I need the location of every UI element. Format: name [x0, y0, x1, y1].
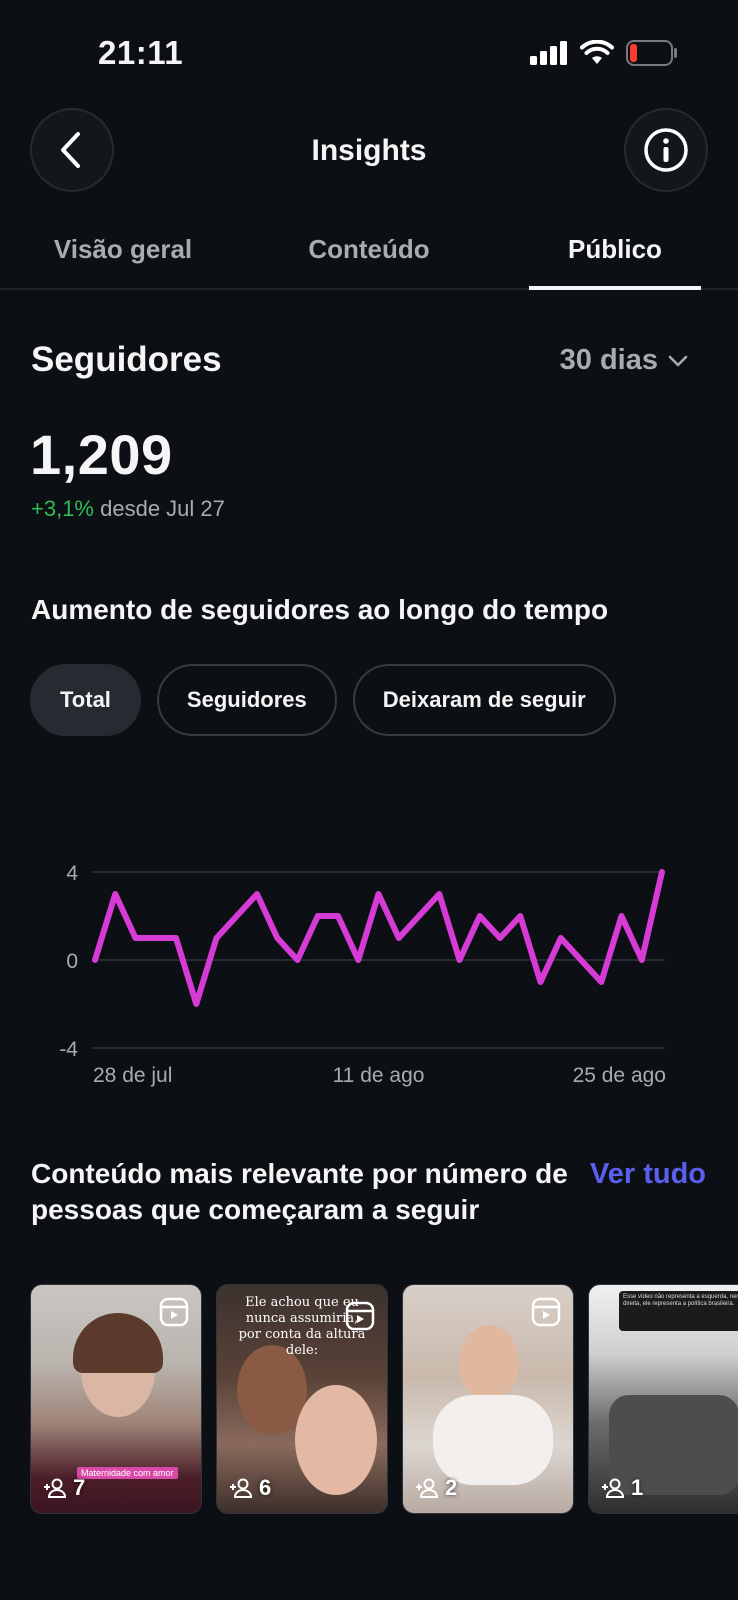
reel-icon: [531, 1297, 561, 1327]
thumbnail-image-2: [295, 1385, 377, 1495]
tab-audience[interactable]: Público: [492, 234, 738, 265]
tab-content[interactable]: Conteúdo: [246, 234, 492, 265]
thumbnail-tag: Maternidade com amor: [77, 1467, 178, 1479]
period-dropdown[interactable]: 30 dias: [560, 344, 688, 377]
content-thumbnail[interactable]: 2: [402, 1284, 574, 1514]
thumbnail-image-2: [433, 1395, 553, 1485]
info-button[interactable]: [624, 108, 708, 192]
add-person-icon: [416, 1478, 439, 1498]
status-icons: [530, 40, 678, 66]
thumbnail-image: [459, 1325, 519, 1401]
growth-chart-heading: Aumento de seguidores ao longo do tempo: [31, 594, 609, 625]
y-tick-label: 0: [66, 950, 78, 973]
chevron-down-icon: [668, 355, 688, 366]
tab-bar: Visão geral Conteúdo Público: [0, 222, 738, 290]
followers-title: Seguidores: [31, 340, 222, 379]
header: Insights: [0, 108, 738, 192]
x-tick-label: 25 de ago: [573, 1064, 666, 1087]
reel-icon: [345, 1301, 375, 1331]
cellular-signal-icon: [530, 41, 567, 65]
growth-since: desde Jul 27: [100, 496, 225, 521]
y-tick-label: 4: [66, 862, 78, 885]
top-content-carousel: Maternidade com amor 7 Ele achou que eu …: [30, 1284, 738, 1516]
status-time: 21:11: [98, 34, 184, 71]
wifi-icon: [580, 40, 614, 64]
tab-overview[interactable]: Visão geral: [0, 234, 246, 265]
x-tick-label: 11 de ago: [333, 1064, 425, 1087]
thumbnail-comment: Esse vídeo não representa a esquerda, ne…: [619, 1291, 738, 1331]
filter-chip-followers[interactable]: Seguidores: [156, 664, 337, 736]
follow-count-value: 2: [445, 1475, 458, 1500]
follower-growth: +3,1% desde Jul 27: [31, 496, 225, 522]
see-all-link[interactable]: Ver tudo: [590, 1156, 706, 1192]
thumbnail-follow-count: 2: [415, 1475, 457, 1501]
add-person-icon: [44, 1478, 67, 1498]
thumbnail-follow-count: 6: [229, 1475, 271, 1501]
follow-count-value: 1: [631, 1475, 644, 1500]
filter-chip-total[interactable]: Total: [30, 664, 141, 736]
content-thumbnail[interactable]: Esse vídeo não representa a esquerda, ne…: [588, 1284, 738, 1514]
y-tick-label: -4: [59, 1038, 78, 1061]
filter-chip-unfollows[interactable]: Deixaram de seguir: [352, 664, 616, 736]
battery-icon: [626, 40, 677, 66]
add-person-icon: [230, 1478, 253, 1498]
follow-count-value: 7: [73, 1475, 86, 1500]
growth-percent: +3,1%: [31, 496, 94, 521]
follower-count: 1,209: [30, 423, 173, 486]
period-label: 30 dias: [559, 344, 658, 376]
chart-filter-chips: Total Seguidores Deixaram de seguir: [30, 664, 616, 736]
reel-icon: [159, 1297, 189, 1327]
content-thumbnail[interactable]: Maternidade com amor 7: [30, 1284, 202, 1514]
active-tab-indicator: [529, 286, 701, 290]
x-tick-label: 28 de jul: [93, 1064, 172, 1087]
top-content-heading: Conteúdo mais relevante por número de pe…: [31, 1158, 568, 1225]
follow-count-value: 6: [259, 1475, 272, 1500]
add-person-icon: [602, 1478, 625, 1498]
growth-line-chart: 4 0 -4 28 de jul 11 de ago 25 de ago: [59, 862, 666, 1087]
thumbnail-follow-count: 1: [601, 1475, 643, 1501]
thumbnail-follow-count: 7: [43, 1475, 85, 1501]
info-icon: [644, 128, 688, 172]
content-thumbnail[interactable]: Ele achou que eu nunca assumiria, por co…: [216, 1284, 388, 1514]
status-bar: 21:11: [0, 0, 738, 100]
thumbnail-hair: [73, 1313, 163, 1373]
series-line: [92, 869, 665, 1007]
